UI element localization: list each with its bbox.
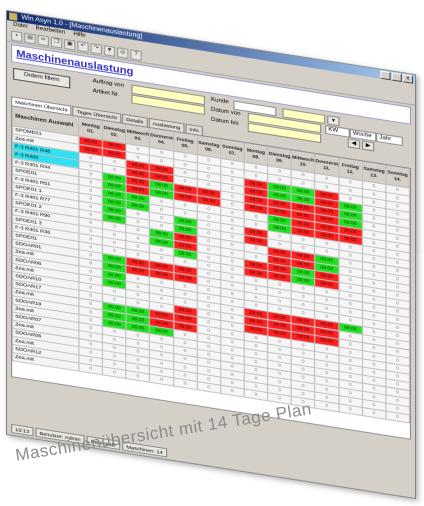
filter-label-date-to: Datum bis bbox=[211, 116, 239, 127]
stage: Win Asyn 1.0 - [Maschinenauslastung] x D… bbox=[0, 0, 424, 506]
filter-label-article: Artikel Nr. bbox=[92, 88, 120, 98]
cut-icon[interactable]: ✂ bbox=[37, 34, 49, 46]
copy-icon[interactable]: ❐ bbox=[50, 36, 63, 49]
paste-icon[interactable]: ▣ bbox=[64, 38, 76, 51]
help-icon[interactable]: ? bbox=[130, 48, 142, 61]
filter-orders-button[interactable]: Ordern filtern bbox=[13, 67, 71, 89]
save-icon[interactable]: ▪ bbox=[11, 30, 23, 42]
redo-icon[interactable]: ↷ bbox=[90, 42, 102, 55]
maximize-icon[interactable] bbox=[391, 72, 402, 82]
next-week-button[interactable]: ▶ bbox=[361, 140, 375, 152]
filter-label-order: Auftrag von bbox=[92, 78, 125, 89]
search-icon[interactable]: ◎ bbox=[117, 46, 129, 59]
status-field-0: 19:13 bbox=[11, 423, 34, 437]
print-icon[interactable]: ▤ bbox=[24, 32, 36, 44]
app-icon bbox=[9, 12, 18, 21]
filter-icon[interactable]: ▼ bbox=[103, 44, 116, 57]
filter-label-customer: Kunde bbox=[211, 97, 229, 106]
minimize-icon[interactable] bbox=[380, 70, 391, 81]
undo-icon[interactable]: ↶ bbox=[77, 40, 89, 53]
year-select[interactable]: Jahr bbox=[376, 132, 403, 147]
week-select[interactable]: KW bbox=[325, 124, 350, 138]
close-icon[interactable]: x bbox=[402, 74, 413, 84]
prev-week-button[interactable]: ◀ bbox=[347, 138, 360, 150]
